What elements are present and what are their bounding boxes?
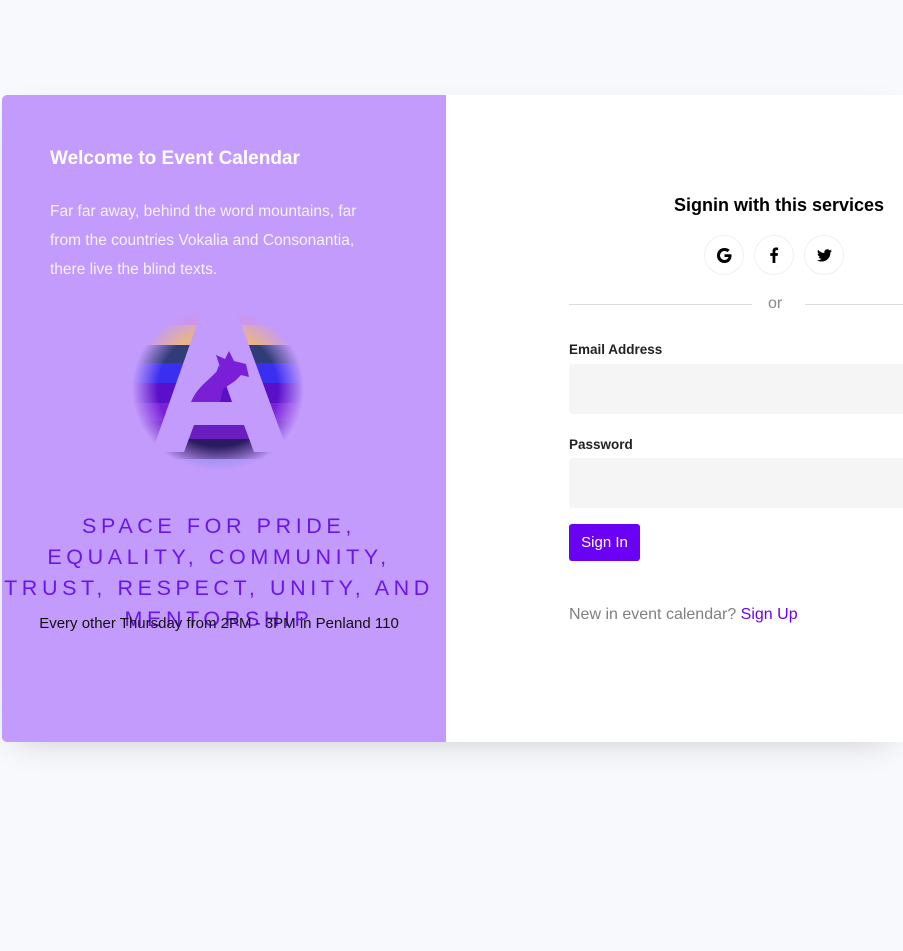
google-icon [716,247,732,263]
sign-in-button[interactable]: Sign In [569,524,640,561]
signup-row: New in event calendar? Sign Up [569,605,798,625]
meeting-info: Every other Thursday from 2PM - 3PM in P… [39,615,399,632]
twitter-icon [816,248,832,262]
login-card: Welcome to Event Calendar Far far away, … [2,95,903,742]
signin-title: Signin with this services [673,195,885,215]
divider-line-right [805,304,903,305]
welcome-title: Welcome to Event Calendar [50,148,300,169]
welcome-text: Far far away, behind the word mountains,… [50,203,357,278]
welcome-panel: Welcome to Event Calendar Far far away, … [2,95,446,742]
sign-up-link[interactable]: Sign Up [741,606,798,623]
email-field[interactable] [569,364,903,414]
twitter-signin-button[interactable] [804,235,844,275]
facebook-icon [769,247,779,263]
signin-panel: Signin with this services or Email Addre… [446,95,903,742]
password-field[interactable] [569,458,903,508]
signup-prompt: New in event calendar? [569,606,737,623]
password-label: Password [569,437,633,452]
facebook-signin-button[interactable] [754,235,794,275]
divider-line-left [569,304,752,305]
organization-logo [128,307,308,477]
divider-or: or [768,295,783,312]
email-label: Email Address [569,342,663,357]
google-signin-button[interactable] [704,235,744,275]
